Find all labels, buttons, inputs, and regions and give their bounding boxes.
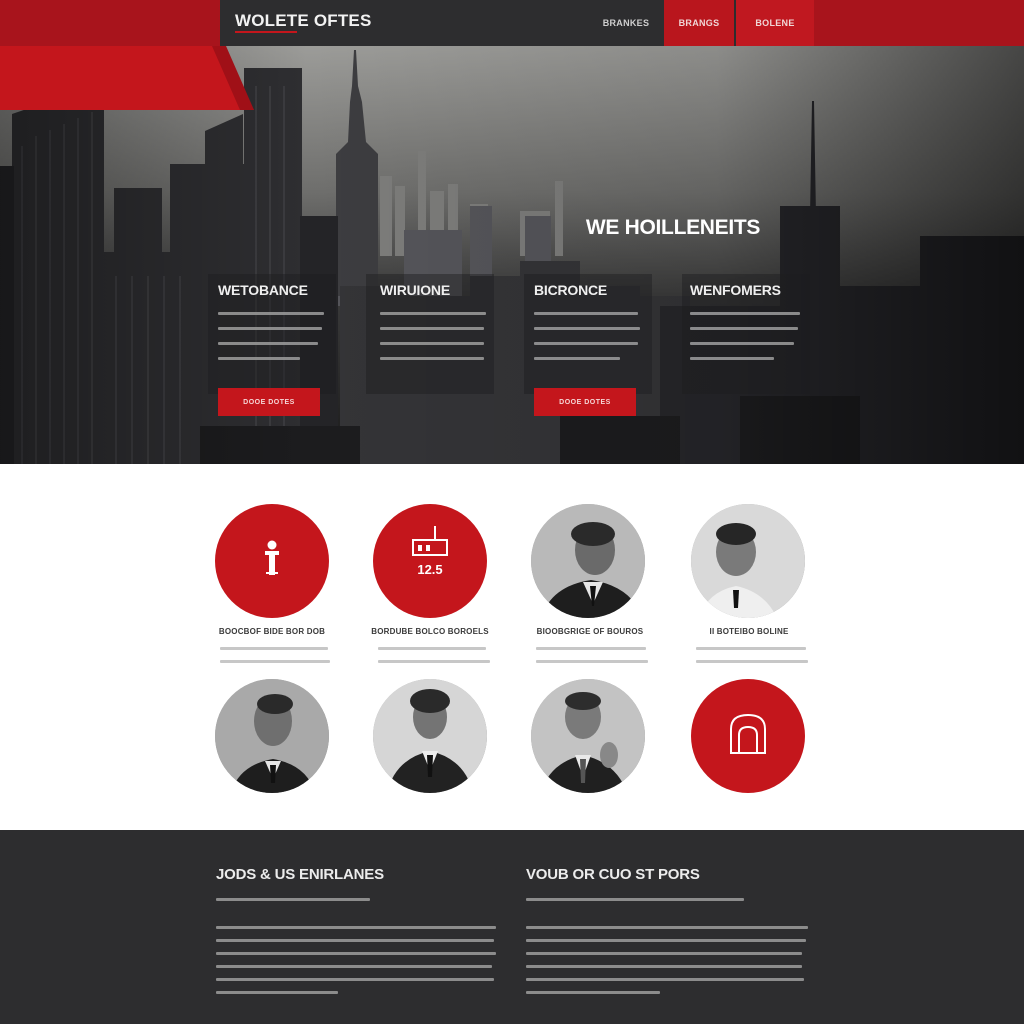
feature-column-4: WENFOMERS: [690, 282, 810, 372]
footer-title-right: VOUB OR CUO ST PORS: [526, 866, 700, 883]
nav-item-3[interactable]: BOLENE: [736, 0, 814, 46]
footer-text-line: [526, 991, 660, 994]
footer-text-line: [526, 978, 804, 981]
feature-title: BICRONCE: [534, 282, 608, 298]
footer-subtitle-line: [526, 898, 744, 901]
hero-section: WE HOILLENEITS WETOBANCE DOOE DOTES WIRU…: [0, 46, 1024, 464]
nav-item-2[interactable]: BRANGS: [664, 0, 734, 46]
building-icon[interactable]: 12.5: [373, 504, 487, 618]
feature-title: WETOBANCE: [218, 282, 308, 298]
person-icon[interactable]: [215, 504, 329, 618]
member-text-line: [378, 660, 490, 663]
site-logo[interactable]: WOLETE OFTES: [235, 11, 372, 31]
member-text-line: [536, 647, 646, 650]
feature-column-3: BICRONCE DOOE DOTES: [534, 282, 654, 416]
member-text-line: [220, 660, 330, 663]
page: WOLETE OFTES BRANKES BRANGS BOLENE WE HO…: [0, 0, 1024, 1024]
hero-banner-title: WE HOILLENEITS: [585, 216, 761, 239]
portrait-photo[interactable]: [373, 679, 487, 793]
footer-text-line: [216, 952, 496, 955]
feature-column-2: WIRUIONE: [380, 282, 500, 372]
feature-button[interactable]: DOOE DOTES: [534, 388, 636, 416]
member-text-line: [696, 660, 808, 663]
feature-text: [690, 312, 810, 360]
member-text-line: [220, 647, 328, 650]
footer-text-line: [216, 978, 494, 981]
member-name: BIOOBGRIGE OF BOUROS: [536, 627, 644, 636]
feature-column-1: WETOBANCE DOOE DOTES: [218, 282, 338, 416]
hero-ribbon-shape: [0, 46, 254, 110]
logo-underline: [235, 31, 297, 33]
member-name: II BOTEIBO BOLINE: [709, 627, 789, 636]
portrait-photo[interactable]: [691, 504, 805, 618]
footer-text-line: [526, 926, 808, 929]
footer-text-line: [526, 965, 802, 968]
footer-text-line: [216, 965, 492, 968]
feature-text: [380, 312, 500, 360]
lock-icon[interactable]: [691, 679, 805, 793]
feature-text: [218, 312, 338, 360]
member-name: BORDUBE BOLCO BOROELS: [371, 627, 489, 636]
footer-text-line: [526, 939, 806, 942]
footer-text-line: [216, 991, 338, 994]
feature-title: WIRUIONE: [380, 282, 450, 298]
portrait-photo[interactable]: [531, 504, 645, 618]
feature-title: WENFOMERS: [690, 282, 781, 298]
top-navigation-bar: WOLETE OFTES BRANKES BRANGS BOLENE: [0, 0, 1024, 46]
member-text-line: [378, 647, 486, 650]
team-section: 12.5 BOOCBOF BIDE BOR DOB BORDUBE BOLCO …: [0, 464, 1024, 830]
feature-text: [534, 312, 654, 360]
building-label: 12.5: [417, 562, 443, 577]
portrait-photo[interactable]: [215, 679, 329, 793]
member-text-line: [536, 660, 648, 663]
member-text-line: [696, 647, 806, 650]
footer-text-line: [216, 926, 496, 929]
footer-subtitle-line: [216, 898, 370, 901]
member-name: BOOCBOF BIDE BOR DOB: [218, 627, 326, 636]
footer-section: JODS & US ENIRLANES VOUB OR CUO ST PORS: [0, 830, 1024, 1024]
nav-item-1[interactable]: BRANKES: [590, 0, 662, 46]
footer-text-line: [216, 939, 494, 942]
footer-title-left: JODS & US ENIRLANES: [216, 866, 384, 883]
portrait-photo[interactable]: [531, 679, 645, 793]
footer-text-line: [526, 952, 802, 955]
feature-button[interactable]: DOOE DOTES: [218, 388, 320, 416]
